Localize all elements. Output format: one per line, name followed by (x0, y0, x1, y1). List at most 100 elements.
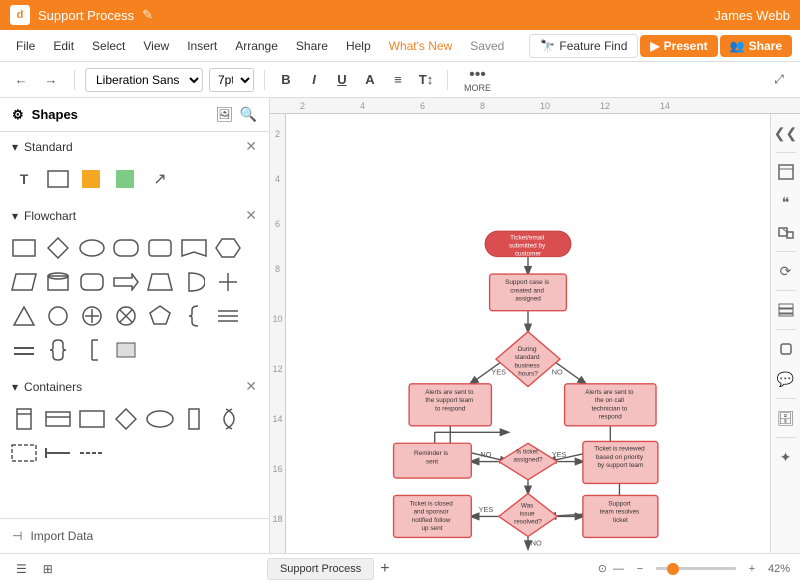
fc-circle-plus[interactable] (78, 302, 106, 330)
cont-rect-2[interactable] (44, 405, 72, 433)
import-data-button[interactable]: ⊣ Import Data (0, 518, 269, 553)
fc-diamond[interactable] (44, 234, 72, 262)
fc-d-shape[interactable] (180, 268, 208, 296)
fc-filled-rect[interactable] (112, 336, 140, 364)
fc-parallelogram[interactable] (10, 268, 38, 296)
align-button[interactable]: ≡ (387, 69, 409, 91)
flowchart-section-header[interactable]: ▾ Flowchart ✕ (0, 201, 269, 230)
standard-close-button[interactable]: ✕ (245, 138, 257, 155)
fc-rrect2[interactable] (78, 268, 106, 296)
underline-button[interactable]: U (331, 69, 353, 91)
cont-line-1[interactable] (44, 439, 72, 467)
italic-button[interactable]: I (303, 69, 325, 91)
font-family-select[interactable]: Liberation Sans (85, 68, 203, 92)
fc-rect[interactable] (10, 234, 38, 262)
fc-brace-curly[interactable] (44, 336, 72, 364)
menu-select[interactable]: Select (84, 35, 133, 57)
fc-pentagon[interactable] (146, 302, 174, 330)
layers-button[interactable] (773, 297, 799, 323)
fc-equals[interactable] (10, 336, 38, 364)
zoom-slider[interactable] (656, 567, 736, 570)
fc-notch[interactable] (180, 234, 208, 262)
font-color-button[interactable]: A (359, 69, 381, 91)
add-page-button[interactable]: + (380, 560, 389, 578)
search-icon[interactable]: 🔍 (240, 106, 257, 123)
shapes-content: ▾ Standard ✕ T ↗ (0, 132, 269, 518)
fc-bracket[interactable] (78, 336, 106, 364)
green-rect-shape[interactable] (112, 165, 140, 193)
cont-paren[interactable] (214, 405, 242, 433)
fc-cross[interactable] (214, 268, 242, 296)
chat-button[interactable]: 💬 (773, 366, 799, 392)
more-button[interactable]: ••• MORE (458, 65, 497, 95)
fc-rounded-rect[interactable] (112, 234, 140, 262)
cont-line-2[interactable] (78, 439, 106, 467)
image-icon[interactable]: 🖼 (216, 106, 234, 123)
feature-find-button[interactable]: 🔭 Feature Find (529, 34, 638, 58)
right-arrow-button[interactable]: ❮❮ (773, 120, 799, 146)
fc-rounded-rect2[interactable] (146, 234, 174, 262)
menu-insert[interactable]: Insert (179, 35, 225, 57)
fc-hexagon[interactable] (214, 234, 242, 262)
zoom-in-button[interactable]: + (742, 559, 762, 579)
menu-share[interactable]: Share (288, 35, 336, 57)
svg-text:YES: YES (491, 368, 506, 377)
fc-cylinder[interactable] (44, 268, 72, 296)
svg-text:Ticket is reviewed: Ticket is reviewed based on priority by … (594, 446, 646, 469)
redo-button[interactable]: → (38, 67, 64, 93)
flowchart-close-button[interactable]: ✕ (245, 207, 257, 224)
quote-button[interactable]: ❝ (773, 189, 799, 215)
fc-triangle[interactable] (10, 302, 38, 330)
right-sep-2 (776, 251, 796, 252)
cont-oval[interactable] (146, 405, 174, 433)
chevron-down-icon: ▾ (12, 140, 18, 154)
cont-rect-1[interactable] (10, 405, 38, 433)
fc-brace-open[interactable] (180, 302, 208, 330)
fc-circle[interactable] (44, 302, 72, 330)
standard-section: ▾ Standard ✕ T ↗ (0, 132, 269, 197)
fc-lines[interactable] (214, 302, 242, 330)
format-panel-button[interactable] (773, 159, 799, 185)
play-icon: ▶ (650, 39, 659, 53)
undo-button[interactable]: ← (8, 67, 34, 93)
page-tab[interactable]: Support Process (267, 558, 374, 580)
magic-button[interactable]: ✦ (773, 444, 799, 470)
cont-bar-1[interactable] (180, 405, 208, 433)
fc-oval[interactable] (78, 234, 106, 262)
rect-shape[interactable] (44, 165, 72, 193)
bold-button[interactable]: B (275, 69, 297, 91)
cont-rect-3[interactable] (78, 405, 106, 433)
containers-section-header[interactable]: ▾ Containers ✕ (0, 372, 269, 401)
cont-dashed-rect[interactable] (10, 439, 38, 467)
history-button[interactable]: ⟳ (773, 258, 799, 284)
db-button[interactable]: 🗄 (773, 405, 799, 431)
menu-edit[interactable]: Edit (45, 35, 82, 57)
connection-button[interactable] (773, 219, 799, 245)
standard-section-header[interactable]: ▾ Standard ✕ (0, 132, 269, 161)
arrow-shape[interactable]: ↗ (146, 165, 174, 193)
fullscreen-button[interactable]: ⤢ (766, 67, 792, 93)
menu-arrange[interactable]: Arrange (227, 35, 286, 57)
menu-help[interactable]: Help (338, 35, 379, 57)
fc-arrow-shape[interactable] (112, 268, 140, 296)
fc-trapezoid[interactable] (146, 268, 174, 296)
menu-view[interactable]: View (135, 35, 177, 57)
text-size-button[interactable]: T↕ (415, 69, 437, 91)
filled-rect-shape[interactable] (78, 165, 106, 193)
containers-close-button[interactable]: ✕ (245, 378, 257, 395)
containers-shapes-grid (0, 401, 269, 471)
text-shape[interactable]: T (10, 165, 38, 193)
list-view-button[interactable]: ☰ (10, 559, 33, 579)
cont-diamond[interactable] (112, 405, 140, 433)
share-button[interactable]: 👥 Share (720, 35, 792, 57)
diagram-canvas[interactable]: YES NO NO (286, 114, 770, 553)
font-size-select[interactable]: 7pt (209, 68, 254, 92)
grid-view-button[interactable]: ⊞ (37, 559, 59, 579)
menu-file[interactable]: File (8, 35, 43, 57)
menu-whats-new[interactable]: What's New (381, 35, 461, 57)
present-button[interactable]: ▶ Present (640, 35, 717, 57)
properties-button[interactable] (773, 336, 799, 362)
edit-icon[interactable]: ✎ (142, 7, 153, 23)
zoom-out-button[interactable]: − (630, 559, 650, 579)
fc-circle-x[interactable] (112, 302, 140, 330)
